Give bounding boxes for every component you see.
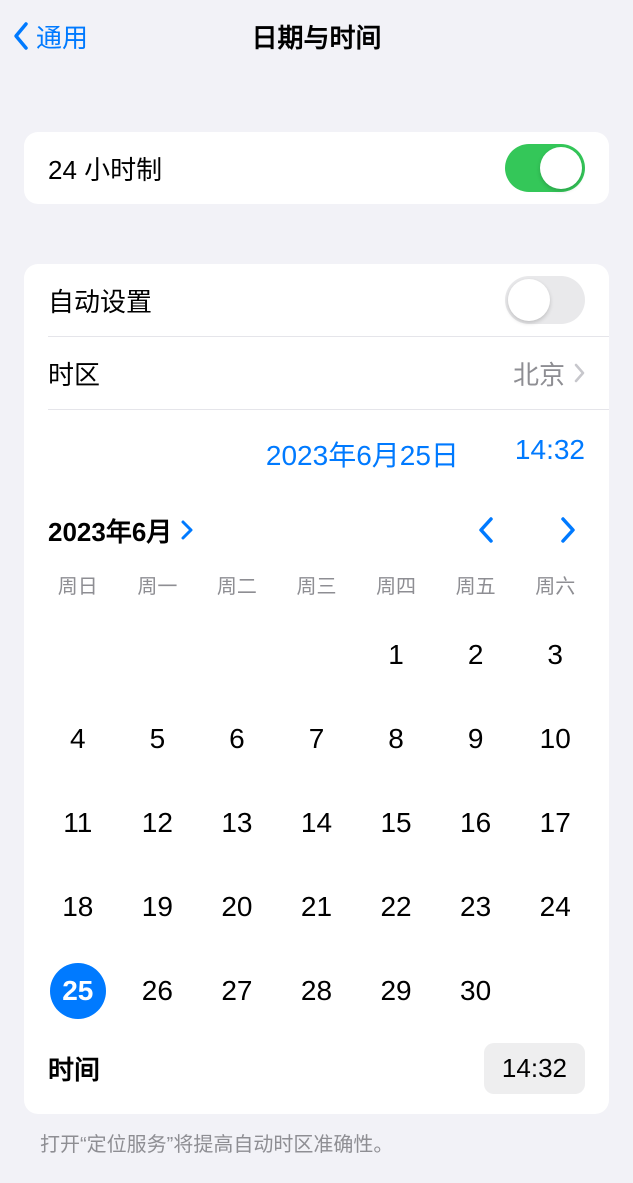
footer-note: 打开“定位服务”将提高自动时区准确性。 [0,1114,633,1157]
calendar-day[interactable]: 25 [38,963,118,1019]
month-label: 2023年6月 [48,512,172,549]
calendar-day[interactable]: 17 [515,795,595,851]
calendar-day[interactable]: 21 [277,879,357,935]
switch-knob [540,147,582,189]
time-value-button[interactable]: 14:32 [484,1043,585,1094]
calendar-day[interactable]: 10 [515,711,595,767]
calendar-day[interactable]: 12 [118,795,198,851]
calendar-day[interactable]: 1 [356,627,436,683]
label-24h: 24 小时制 [48,150,162,187]
calendar-day[interactable]: 2 [436,627,516,683]
prev-month-button[interactable] [469,508,503,552]
calendar-day[interactable]: 24 [515,879,595,935]
date-picker-value[interactable]: 2023年6月25日 [266,434,459,474]
calendar-day[interactable]: 29 [356,963,436,1019]
row-auto-set: 自动设置 [24,264,609,336]
calendar-day[interactable]: 9 [436,711,516,767]
chevron-left-icon [12,21,30,51]
label-auto-set: 自动设置 [48,282,152,319]
time-picker-value[interactable]: 14:32 [515,434,585,474]
switch-knob [508,279,550,321]
chevron-right-icon [180,519,194,541]
calendar-empty-cell [197,627,277,683]
calendar-day[interactable]: 4 [38,711,118,767]
calendar-grid: 1234567891011121314151617181920212223242… [24,627,609,1025]
weekday-label: 周一 [118,570,198,599]
switch-24h[interactable] [505,144,585,192]
calendar-day[interactable]: 23 [436,879,516,935]
month-nav [469,508,585,552]
calendar-day[interactable]: 3 [515,627,595,683]
calendar-day[interactable]: 15 [356,795,436,851]
calendar-empty-cell [118,627,198,683]
calendar-day[interactable]: 30 [436,963,516,1019]
calendar-day[interactable]: 6 [197,711,277,767]
switch-auto-set[interactable] [505,276,585,324]
calendar-day[interactable]: 8 [356,711,436,767]
calendar-day[interactable]: 7 [277,711,357,767]
group-datetime: 自动设置 时区 北京 2023年6月25日 14:32 2023年6月 周日周一… [24,264,609,1114]
calendar-day[interactable]: 27 [197,963,277,1019]
row-time: 时间 14:32 [24,1025,609,1114]
weekday-label: 周五 [436,570,516,599]
back-label: 通用 [36,18,88,55]
calendar-day[interactable]: 13 [197,795,277,851]
calendar-day[interactable]: 11 [38,795,118,851]
weekday-label: 周三 [277,570,357,599]
calendar-day[interactable]: 5 [118,711,198,767]
row-timezone[interactable]: 时区 北京 [24,337,609,409]
weekday-header: 周日周一周二周三周四周五周六 [24,560,609,603]
calendar-empty-cell [277,627,357,683]
label-timezone: 时区 [48,355,100,392]
group-24h: 24 小时制 [24,132,609,204]
calendar-day[interactable]: 26 [118,963,198,1019]
calendar-day[interactable]: 22 [356,879,436,935]
calendar-day[interactable]: 19 [118,879,198,935]
weekday-label: 周二 [197,570,277,599]
month-header: 2023年6月 [24,484,609,560]
calendar-day[interactable]: 28 [277,963,357,1019]
page-title: 日期与时间 [0,18,633,55]
chevron-right-icon [573,363,585,383]
next-month-button[interactable] [551,508,585,552]
weekday-label: 周日 [38,570,118,599]
value-timezone: 北京 [513,355,565,392]
calendar-empty-cell [38,627,118,683]
weekday-label: 周四 [356,570,436,599]
label-time: 时间 [48,1050,100,1087]
row-24h: 24 小时制 [24,132,609,204]
navigation-bar: 通用 日期与时间 [0,0,633,72]
calendar-day[interactable]: 18 [38,879,118,935]
calendar-day[interactable]: 16 [436,795,516,851]
date-time-display: 2023年6月25日 14:32 [24,410,609,484]
calendar-day[interactable]: 20 [197,879,277,935]
back-button[interactable]: 通用 [0,18,88,55]
weekday-label: 周六 [515,570,595,599]
calendar-day[interactable]: 14 [277,795,357,851]
month-select-button[interactable]: 2023年6月 [48,512,194,549]
